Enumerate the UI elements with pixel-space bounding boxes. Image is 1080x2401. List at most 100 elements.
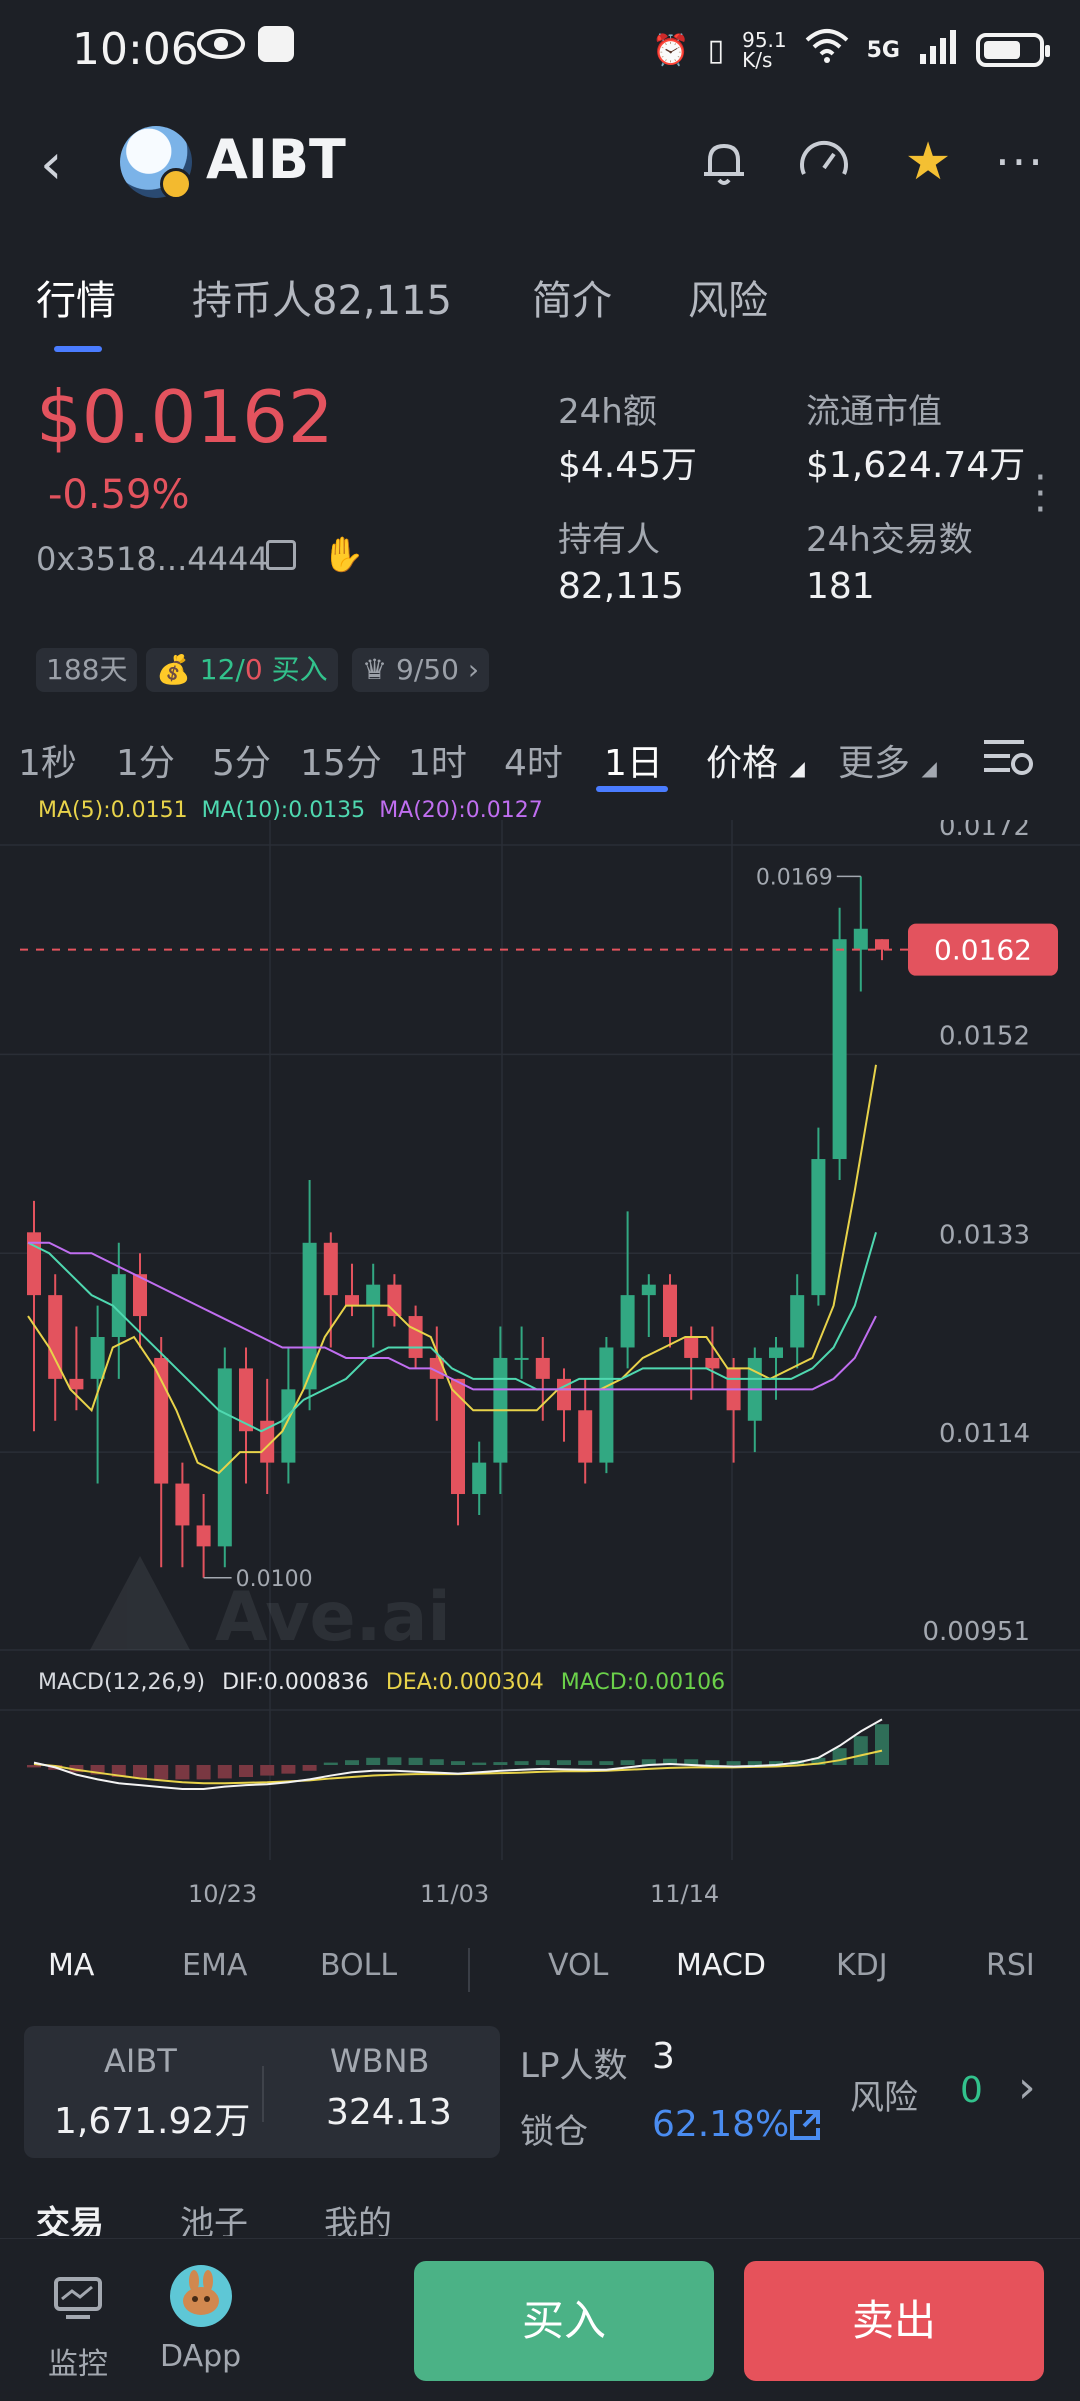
- network-type: 5G: [866, 37, 900, 63]
- sell-count: 0: [244, 653, 263, 686]
- interval-5m[interactable]: 5分: [212, 734, 271, 786]
- macd-bar: [493, 1762, 508, 1765]
- status-icons: ⏰ ▯ 95.1 K/s 5G: [652, 22, 1050, 78]
- risk-label[interactable]: 风险: [850, 2070, 918, 2119]
- status-time: 10:06: [72, 24, 199, 75]
- macd-bar: [217, 1765, 232, 1779]
- indicator-rsi[interactable]: RSI: [986, 1948, 1035, 1983]
- interval-underline: [596, 786, 668, 792]
- lock-label: 锁仓: [520, 2112, 588, 2152]
- macd-bar: [323, 1762, 338, 1765]
- bell-icon[interactable]: [696, 134, 752, 190]
- lock-value[interactable]: 62.18%: [652, 2104, 789, 2145]
- macd-panel: [27, 1718, 889, 1790]
- bottom-bar: 监控 DApp 买入 卖出: [0, 2238, 1080, 2401]
- speedometer-icon[interactable]: [796, 134, 852, 190]
- high-low-labels: 0.0169 0.0100: [203, 865, 861, 1592]
- indicator-macd[interactable]: MACD: [676, 1948, 766, 1983]
- macd-bar: [472, 1762, 487, 1765]
- macd-bar: [175, 1765, 190, 1780]
- interval-15m[interactable]: 15分: [300, 734, 382, 786]
- price-chart[interactable]: Ave.ai 0.0162 0.01720.01520.01330.01140.…: [0, 820, 1080, 1880]
- token-b-amount: 324.13: [326, 2092, 452, 2133]
- x-tick-3: 11/14: [650, 1880, 720, 1908]
- macd-title: MACD(12,26,9): [38, 1670, 206, 1695]
- low-label: 0.0100: [236, 1567, 313, 1592]
- candle-body: [853, 928, 868, 950]
- sub-tabs: 交易 池子 我的: [0, 2196, 1080, 2236]
- tab-holders[interactable]: 持币人82,115: [192, 268, 452, 326]
- indicator-boll[interactable]: BOLL: [320, 1948, 397, 1983]
- macd-bar: [260, 1765, 275, 1776]
- battery-icon: [976, 33, 1050, 67]
- more-dropdown[interactable]: 更多 ◢: [838, 734, 937, 786]
- buy-label: 买入: [271, 653, 328, 686]
- macd-bar: [281, 1765, 296, 1774]
- interval-1d[interactable]: 1日: [604, 734, 663, 786]
- candle-body: [69, 1378, 84, 1390]
- bnb-badge-icon: [160, 168, 192, 200]
- buy-sell-tag[interactable]: 💰 12/0 买入: [146, 648, 338, 692]
- interval-bar: 1秒 1分 5分 15分 1时 4时 1日 价格 ◢ 更多 ◢: [0, 720, 1080, 810]
- price-dropdown-label: 价格: [706, 743, 779, 784]
- monitor-label[interactable]: 监控: [48, 2339, 108, 2383]
- macd-bar: [875, 1724, 889, 1765]
- holders-label: 持有人: [558, 520, 660, 560]
- buy-button[interactable]: 买入: [414, 2261, 714, 2381]
- star-icon[interactable]: ★: [900, 134, 956, 190]
- subtab-mine[interactable]: 我的: [324, 2196, 392, 2236]
- lp-value: 3: [652, 2036, 675, 2077]
- rank-tag[interactable]: ♛ 9/50 ›: [352, 648, 490, 692]
- tab-risk[interactable]: 风险: [688, 268, 768, 326]
- candle-body: [323, 1242, 338, 1296]
- back-icon[interactable]: ‹: [40, 132, 62, 197]
- interval-1h[interactable]: 1时: [408, 734, 467, 786]
- wave-hand-icon[interactable]: ✋: [322, 535, 364, 575]
- indicator-ema[interactable]: EMA: [182, 1948, 247, 1983]
- copy-icon[interactable]: [266, 540, 296, 570]
- monitor-icon[interactable]: [52, 2275, 104, 2319]
- macd-bar: [302, 1765, 317, 1771]
- tab-market[interactable]: 行情: [36, 268, 116, 326]
- external-link-icon[interactable]: [788, 2108, 822, 2142]
- candle-body: [790, 1295, 805, 1348]
- candle-body: [663, 1284, 677, 1338]
- candle-body: [175, 1483, 190, 1526]
- indicator-kdj[interactable]: KDJ: [836, 1948, 888, 1983]
- volume-label: 24h额: [558, 392, 657, 432]
- more-dropdown-label: 更多: [838, 743, 911, 784]
- macd-dif: DIF:0.000836: [222, 1670, 369, 1695]
- interval-1s[interactable]: 1秒: [18, 734, 77, 786]
- interval-4h[interactable]: 4时: [504, 734, 563, 786]
- buy-count: 12/: [199, 653, 245, 686]
- indicator-vol[interactable]: VOL: [548, 1948, 608, 1983]
- kebab-icon[interactable]: · · ·: [1034, 458, 1047, 530]
- subtab-pools[interactable]: 池子: [180, 2196, 248, 2236]
- risk-value[interactable]: 0: [960, 2070, 983, 2111]
- macd-bar: [366, 1757, 381, 1765]
- x-tick-1: 10/23: [188, 1880, 258, 1908]
- pancake-icon[interactable]: [170, 2265, 232, 2327]
- price-dropdown[interactable]: 价格 ◢: [706, 734, 805, 786]
- more-icon[interactable]: ···: [992, 134, 1048, 190]
- candle-body: [217, 1368, 232, 1547]
- pool-separator: [262, 2066, 264, 2122]
- holders-value: 82,115: [558, 566, 684, 607]
- main-tabs: 行情 持币人82,115 简介 风险: [0, 250, 1080, 360]
- chart-settings-icon[interactable]: [980, 732, 1036, 782]
- candle-body: [811, 1159, 826, 1296]
- macd-bar: [747, 1761, 762, 1765]
- sell-button[interactable]: 卖出: [744, 2261, 1044, 2381]
- subtab-trades[interactable]: 交易: [36, 2196, 104, 2236]
- macd-value: MACD:0.00106: [560, 1670, 726, 1695]
- candle-body: [535, 1357, 550, 1379]
- tab-intro[interactable]: 简介: [532, 268, 612, 326]
- macd-bar: [408, 1757, 423, 1765]
- indicator-bar: MA EMA BOLL VOL MACD KDJ RSI: [0, 1948, 1080, 2008]
- triangle-down-icon: ◢: [789, 756, 805, 780]
- interval-1m[interactable]: 1分: [116, 734, 175, 786]
- y-axis-label: 0.00951: [922, 1617, 1030, 1647]
- indicator-ma[interactable]: MA: [48, 1948, 94, 1983]
- dapp-label[interactable]: DApp: [160, 2339, 241, 2374]
- chevron-right-icon[interactable]: ›: [1018, 2062, 1036, 2113]
